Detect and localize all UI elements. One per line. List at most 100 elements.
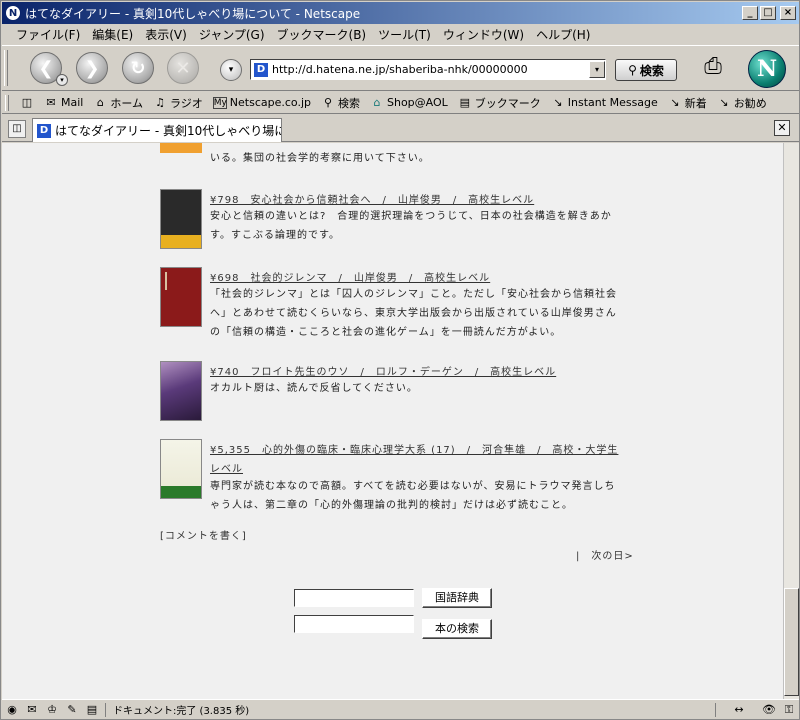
stop-button[interactable]: ✕: [167, 52, 199, 84]
forward-arrow-icon: ❯: [84, 57, 100, 79]
vertical-scrollbar[interactable]: [783, 143, 799, 699]
back-history-dropdown[interactable]: ▾: [56, 74, 68, 86]
cover-band: [161, 235, 201, 248]
navigation-toolbar: ❮ ▾ ❯ ↻ ✕ ▾ D http://d.hatena.ne.jp/shab…: [2, 45, 799, 91]
aim-icon[interactable]: ♔: [42, 703, 62, 716]
bookmark-netscape[interactable]: My Netscape.co.jp: [208, 96, 316, 109]
toolbar-grip[interactable]: [4, 50, 8, 86]
menu-window[interactable]: ウィンドウ(W): [437, 26, 530, 43]
netscape-status-icon[interactable]: ◉: [2, 703, 22, 716]
bookmark-label: Netscape.co.jp: [229, 96, 311, 109]
forward-button[interactable]: ❯: [76, 52, 108, 84]
bookmark-label: Mail: [61, 96, 84, 109]
book-search-input[interactable]: [294, 615, 414, 633]
maximize-button[interactable]: □: [760, 6, 776, 20]
toolbar-grip[interactable]: [5, 94, 9, 111]
book-cover-partial: [160, 143, 202, 153]
book-title-link[interactable]: ¥798 安心社会から信頼社会へ / 山岸俊男 / 高校生レベル: [210, 191, 534, 206]
composer-icon[interactable]: ✎: [62, 703, 82, 716]
bookmark-label: ホーム: [110, 96, 144, 110]
book-title-link[interactable]: ¥5,355 心的外傷の臨床・臨床心理学大系 (17) / 河合隼雄 / 高校・…: [210, 441, 622, 479]
mail-icon: ✉: [46, 96, 56, 109]
bookmark-recommend[interactable]: ↘ お勧め: [712, 95, 772, 111]
book-cover[interactable]: [160, 267, 202, 327]
page-content: いる。集団の社会学的考察に用いて下さい。 ¥798 安心社会から信頼社会へ / …: [2, 143, 783, 699]
bookmark-radio[interactable]: ♫ ラジオ: [148, 95, 208, 111]
book-cover[interactable]: [160, 439, 202, 499]
site-favicon-icon: D: [37, 123, 51, 138]
radio-icon: ♫: [155, 96, 165, 109]
menu-go[interactable]: ジャンプ(G): [193, 26, 271, 43]
divider: [715, 702, 716, 717]
bookmark-instant-message[interactable]: ↘ Instant Message: [546, 96, 663, 109]
bookmark-icon: ▤: [459, 96, 470, 109]
toolbar-home-tab-icon[interactable]: ◫: [15, 96, 39, 109]
printer-icon: ⎙: [704, 54, 722, 79]
netscape-logo[interactable]: N: [748, 50, 786, 88]
window-title: はてなダイアリー - 真剣10代しゃべり場について - Netscape: [25, 6, 361, 21]
home-icon: ⌂: [96, 96, 104, 109]
site-favicon-icon: D: [254, 62, 268, 77]
menu-bookmarks[interactable]: ブックマーク(B): [271, 26, 373, 43]
search-icon: ⚲: [323, 96, 333, 109]
menu-view[interactable]: 表示(V): [139, 26, 193, 43]
dictionary-button[interactable]: 国語辞典: [422, 588, 492, 608]
new-tab-icon: ◫: [12, 123, 22, 134]
bookmark-label: Instant Message: [567, 96, 658, 109]
search-button[interactable]: ⚲ 検索: [615, 59, 677, 81]
mail-icon[interactable]: ✉: [22, 703, 42, 716]
menu-bar: ファイル(F) 編集(E) 表示(V) ジャンプ(G) ブックマーク(B) ツー…: [2, 24, 799, 44]
bookmark-mail[interactable]: ✉ Mail: [39, 96, 88, 109]
menu-tools[interactable]: ツール(T): [372, 26, 437, 43]
book-title-link[interactable]: ¥740 フロイト先生のウソ / ロルフ・デーゲン / 高校生レベル: [210, 363, 556, 378]
personal-toolbar: ◫ ✉ Mail ⌂ ホーム ♫ ラジオ My Netscape.co.jp ⚲ 検索 ⌂…: [2, 92, 799, 114]
reload-icon: ↻: [130, 57, 146, 79]
bookmark-label: Shop@AOL: [387, 96, 448, 109]
tab-hatena-diary[interactable]: D はてなダイアリー - 真剣10代しゃべり場について: [32, 118, 282, 142]
link-icon: ↘: [553, 96, 563, 109]
book-cover[interactable]: [160, 189, 202, 249]
browser-window: N はてなダイアリー - 真剣10代しゃべり場について - Netscape _…: [0, 0, 800, 720]
cover-title-mark: [165, 272, 197, 290]
link-icon: ↘: [719, 96, 729, 109]
book-cover[interactable]: [160, 361, 202, 421]
close-tab-button[interactable]: ✕: [774, 120, 790, 136]
bookmark-label: ラジオ: [170, 96, 203, 110]
book-description: オカルト厨は、読んで反省してください。: [210, 383, 418, 394]
search-button-label: 検索: [639, 63, 664, 78]
divider: [105, 702, 106, 717]
bookmarks-folder[interactable]: ▤ ブックマーク: [453, 95, 546, 111]
title-bar: N はてなダイアリー - 真剣10代しゃべり場について - Netscape _…: [2, 2, 799, 24]
bookmark-new[interactable]: ↘ 新着: [663, 95, 712, 111]
comment-link[interactable]: [コメントを書く]: [160, 527, 247, 542]
scrollbar-thumb[interactable]: [784, 588, 799, 696]
menu-file[interactable]: ファイル(F): [10, 26, 86, 43]
url-input[interactable]: http://d.hatena.ne.jp/shaberiba-nhk/0000…: [272, 63, 589, 76]
netscape-app-icon: N: [5, 5, 21, 21]
url-bar[interactable]: D http://d.hatena.ne.jp/shaberiba-nhk/00…: [250, 59, 606, 80]
reload-button[interactable]: ↻: [122, 52, 154, 84]
bookmark-home[interactable]: ⌂ ホーム: [88, 95, 148, 111]
magnifier-icon: ⚲: [628, 63, 637, 77]
menu-edit[interactable]: 編集(E): [86, 26, 139, 43]
book-title-link[interactable]: ¥698 社会的ジレンマ / 山岸俊男 / 高校生レベル: [210, 269, 490, 284]
bookmark-label: ブックマーク: [474, 96, 541, 110]
cover-top: [161, 440, 201, 487]
close-window-button[interactable]: ×: [780, 6, 796, 20]
bookmark-label: 検索: [338, 96, 360, 110]
next-day-link[interactable]: | 次の日>: [576, 547, 634, 562]
print-button[interactable]: ⎙: [698, 52, 728, 82]
status-text: ドキュメント:完了 (3.835 秒): [113, 706, 250, 717]
window-icon: ◫: [21, 96, 33, 109]
bookmark-shop-aol[interactable]: ⌂ Shop@AOL: [365, 96, 453, 109]
dictionary-search-input[interactable]: [294, 589, 414, 607]
url-history-button[interactable]: ▾: [220, 59, 242, 81]
aol-icon: ⌂: [373, 96, 381, 109]
bookmark-search[interactable]: ⚲ 検索: [316, 95, 365, 111]
book-search-button[interactable]: 本の検索: [422, 619, 492, 639]
address-book-icon[interactable]: ▤: [82, 703, 102, 716]
new-tab-button[interactable]: ◫: [8, 120, 26, 138]
menu-help[interactable]: ヘルプ(H): [530, 26, 596, 43]
url-dropdown-button[interactable]: ▾: [589, 61, 605, 78]
minimize-button[interactable]: _: [742, 6, 758, 20]
